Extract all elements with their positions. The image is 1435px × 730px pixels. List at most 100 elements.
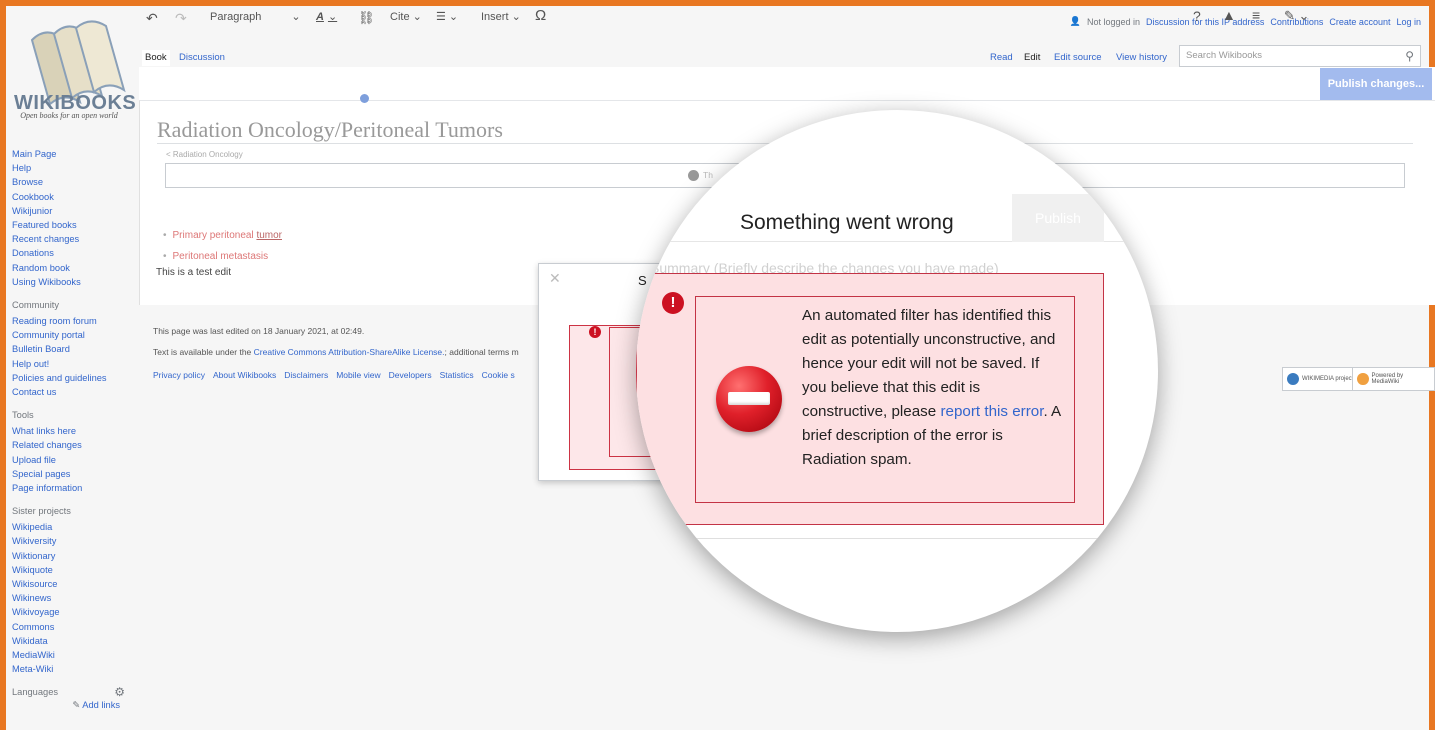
search-icon[interactable]: ⚲ (1405, 49, 1414, 63)
content-list: Primary peritoneal tumor Peritoneal meta… (163, 225, 282, 267)
ip-discussion-link[interactable]: Discussion for this IP address (1146, 17, 1264, 27)
sidebar-item-1[interactable]: Wikiversity (12, 534, 137, 548)
sidebar-item-3[interactable]: Wikiquote (12, 563, 137, 577)
notice-icon[interactable]: ▲ (1222, 7, 1236, 23)
footer-license: Text is available under the Creative Com… (153, 347, 519, 357)
dialog-publish-button[interactable]: Publish (1012, 194, 1104, 242)
create-account-link[interactable]: Create account (1329, 17, 1390, 27)
sidebar-item-5[interactable]: Contact us (12, 385, 137, 399)
search-input[interactable]: Search Wikibooks ⚲ (1179, 45, 1421, 67)
list-item[interactable]: Primary peritoneal tumor (163, 225, 282, 246)
redo-icon[interactable]: ↷ (175, 10, 187, 27)
sidebar-item-8[interactable]: Wikidata (12, 634, 137, 648)
sidebar-heading-languages: Languages (12, 686, 59, 697)
alert-icon: ! (662, 292, 684, 314)
no-entry-bar (728, 392, 770, 405)
text-style-icon[interactable]: A ⌄ (316, 10, 337, 23)
sidebar-item-8[interactable]: Random book (12, 261, 137, 275)
sidebar-item-0[interactable]: Main Page (12, 147, 137, 161)
undo-icon[interactable]: ↶ (146, 10, 158, 27)
mediawiki-icon (1357, 373, 1369, 385)
tab-edit-source[interactable]: Edit source (1054, 50, 1102, 66)
insert-label: Insert (481, 11, 509, 23)
wikimedia-badge[interactable]: WIKIMEDIA project (1282, 367, 1359, 391)
sidebar-tools: What links here Related changes Upload fil… (12, 424, 137, 495)
sidebar-community: Reading room forum Community portal Bullet… (12, 314, 137, 399)
add-links-link[interactable]: ✎ Add links (12, 699, 120, 711)
tab-view-history[interactable]: View history (1116, 50, 1167, 66)
mediawiki-badge[interactable]: Powered by MediaWiki (1352, 367, 1435, 391)
sidebar-heading-sister: Sister projects (12, 506, 71, 517)
pencil-icon[interactable]: ✎ ⌄ (1284, 8, 1309, 24)
alert-icon: ! (589, 326, 601, 338)
sidebar-item-9[interactable]: MediaWiki (12, 648, 137, 662)
omega-icon[interactable]: Ω (535, 7, 546, 24)
sidebar-item-6[interactable]: Wikivoyage (12, 605, 137, 619)
tab-book[interactable]: Book (142, 50, 170, 66)
footer-link[interactable]: Mobile view (336, 370, 380, 380)
sidebar-item-1[interactable]: Community portal (12, 328, 137, 342)
sidebar-item-3[interactable]: Help out! (12, 357, 137, 371)
sidebar-item-7[interactable]: Donations (12, 246, 137, 260)
languages-row: Languages ⚙ (12, 685, 125, 699)
footer-link[interactable]: Privacy policy (153, 370, 205, 380)
license-suffix: ; additional terms m (444, 347, 519, 357)
insert-dropdown[interactable]: Insert ⌄ (481, 10, 521, 23)
sidebar-item-2[interactable]: Browse (12, 175, 137, 189)
window-frame-top (0, 0, 1435, 6)
edited-text[interactable]: This is a test edit (156, 267, 231, 278)
menu-icon[interactable]: ≡ (1252, 7, 1260, 23)
sidebar-item-9[interactable]: Using Wikibooks (12, 275, 137, 289)
sidebar-item-4[interactable]: Wikisource (12, 577, 137, 591)
wikimedia-icon (1287, 373, 1299, 385)
sidebar-item-7[interactable]: Commons (12, 620, 137, 634)
sidebar-item-3[interactable]: Cookbook (12, 190, 137, 204)
editor-toolbar (139, 67, 1435, 101)
link-icon[interactable]: ⛓ (358, 10, 375, 26)
gear-icon[interactable]: ⚙ (114, 685, 125, 699)
breadcrumb[interactable]: < Radiation Oncology (166, 150, 243, 159)
publish-changes-button[interactable]: Publish changes... (1320, 68, 1432, 100)
dialog-divider (636, 538, 1158, 539)
license-link[interactable]: Creative Commons Attribution-ShareAlike … (254, 347, 445, 357)
sidebar-item-3[interactable]: Special pages (12, 467, 137, 481)
sidebar-item-5[interactable]: Featured books (12, 218, 137, 232)
report-error-link[interactable]: report this error (940, 403, 1043, 420)
footer-link[interactable]: Developers (389, 370, 432, 380)
sidebar-item-1[interactable]: Help (12, 161, 137, 175)
cite-dropdown[interactable]: Cite ⌄ (390, 10, 422, 23)
sidebar-heading-community: Community (12, 300, 60, 311)
search-placeholder: Search Wikibooks (1186, 50, 1263, 61)
sidebar-item-4[interactable]: Policies and guidelines (12, 371, 137, 385)
sidebar-item-2[interactable]: Upload file (12, 453, 137, 467)
footer-link[interactable]: Disclaimers (284, 370, 328, 380)
sidebar-item-6[interactable]: Recent changes (12, 232, 137, 246)
footer-link[interactable]: Statistics (440, 370, 474, 380)
list-icon[interactable]: ☰ ⌄ (436, 10, 458, 23)
sidebar-item-2[interactable]: Bulletin Board (12, 342, 137, 356)
sidebar-item-0[interactable]: What links here (12, 424, 137, 438)
sidebar-item-1[interactable]: Related changes (12, 438, 137, 452)
pencil-icon: ✎ (72, 699, 81, 710)
sidebar-item-10[interactable]: Meta-Wiki (12, 662, 137, 676)
sidebar-item-4[interactable]: Page information (12, 481, 137, 495)
close-icon[interactable]: ✕ (549, 270, 561, 287)
tab-read[interactable]: Read (990, 50, 1013, 66)
sidebar-item-5[interactable]: Wikinews (12, 591, 137, 605)
sidebar-sister-projects: Wikipedia Wikiversity Wiktionary Wikiquote W… (12, 520, 137, 676)
sidebar-heading-tools: Tools (12, 410, 34, 421)
help-icon[interactable]: ? (1193, 8, 1201, 24)
footer-link[interactable]: About Wikibooks (213, 370, 276, 380)
sidebar: Main Page Help Browse Cookbook Wikijunior Fea… (12, 147, 137, 711)
sidebar-item-2[interactable]: Wiktionary (12, 549, 137, 563)
log-in-link[interactable]: Log in (1396, 17, 1421, 27)
sidebar-item-0[interactable]: Wikipedia (12, 520, 137, 534)
logo-tagline: Open books for an open world (20, 111, 118, 120)
tab-discussion[interactable]: Discussion (176, 50, 228, 66)
footer-link[interactable]: Cookie s (482, 370, 515, 380)
paragraph-dropdown[interactable]: Paragraph ⌄ (210, 10, 301, 23)
sidebar-item-0[interactable]: Reading room forum (12, 314, 137, 328)
list-item[interactable]: Peritoneal metastasis (163, 246, 282, 267)
sidebar-item-4[interactable]: Wikijunior (12, 204, 137, 218)
tab-edit[interactable]: Edit (1024, 50, 1040, 66)
